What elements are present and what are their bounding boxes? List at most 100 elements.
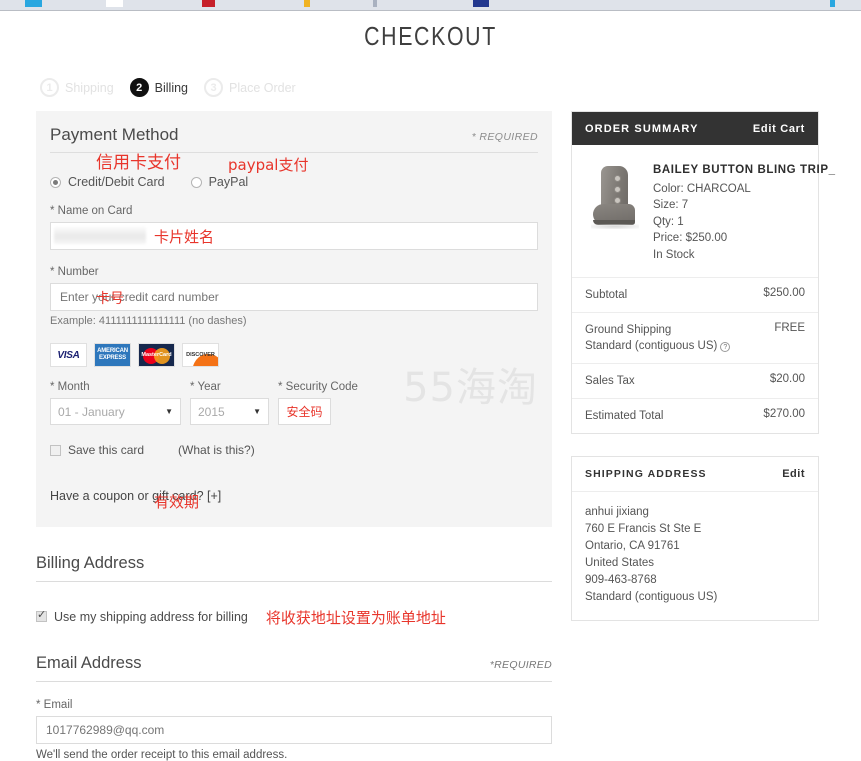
- bookmark-favicon[interactable]: [304, 0, 310, 7]
- product-size: Size: 7: [653, 199, 689, 211]
- radio-paypal-dot: [190, 176, 202, 188]
- chevron-down-icon: ▼: [253, 407, 261, 416]
- estimated-total-amount: $270.00: [763, 408, 805, 420]
- subtotal-label: Subtotal: [585, 289, 628, 301]
- checkout-step-indicator: 1 Shipping 2 Billing 3 Place Order: [40, 78, 861, 97]
- coupon-toggle[interactable]: Have a coupon or gift card? [+]: [50, 489, 538, 503]
- checkout-page: CHECKOUT 1 Shipping 2 Billing 3 Place Or…: [0, 12, 861, 761]
- product-title[interactable]: BAILEY BUTTON BLING TRIP_: [653, 162, 836, 179]
- product-thumbnail-boot-icon: [589, 164, 647, 230]
- annotation-expiry: 有效期: [154, 493, 200, 511]
- radio-paypal-label: PayPal: [208, 175, 249, 189]
- sales-tax-label: Sales Tax: [585, 375, 635, 387]
- payment-required-note: * REQUIRED: [471, 131, 538, 143]
- accepted-card-brands: VISA AMERICAN EXPRESS MasterCard DISCOVE…: [50, 343, 538, 367]
- use-shipping-address-label: Use my shipping address for billing: [54, 609, 248, 624]
- month-field: * Month 01 - January ▼: [50, 381, 181, 425]
- payment-method-options: Credit/Debit Card PayPal: [50, 175, 538, 189]
- email-note: We'll send the order receipt to this ema…: [36, 749, 288, 761]
- page-title: CHECKOUT: [364, 21, 497, 51]
- total-row-subtotal: Subtotal $250.00: [572, 277, 818, 312]
- expiration-row: * Month 01 - January ▼ * Year 2015 ▼ * S…: [50, 381, 538, 511]
- card-number-example: Example: 4111111111111111 (no dashes): [50, 315, 247, 327]
- payment-method-panel: Payment Method * REQUIRED 信用卡支付 paypal支付…: [36, 111, 552, 527]
- bookmark-favicon[interactable]: [830, 0, 835, 7]
- step-billing-number: 2: [129, 78, 149, 97]
- edit-cart-link[interactable]: Edit Cart: [753, 123, 805, 135]
- annotation-credit-card: 信用卡支付: [96, 153, 181, 173]
- shipping-label: Ground Shipping: [585, 324, 672, 336]
- security-code-label: * Security Code: [278, 381, 358, 393]
- shipping-address-line: Ontario, CA 91761: [585, 540, 680, 552]
- estimated-total-label: Estimated Total: [585, 410, 664, 422]
- order-product-row: BAILEY BUTTON BLING TRIP_ Color: CHARCOA…: [572, 145, 835, 277]
- use-shipping-address-checkbox-box: [36, 608, 47, 622]
- radio-credit-debit-card-label: Credit/Debit Card: [68, 175, 165, 189]
- save-card-checkbox[interactable]: Save this card: [50, 443, 144, 457]
- edit-shipping-address-link[interactable]: Edit: [782, 468, 805, 480]
- email-address-heading: Email Address: [36, 654, 142, 672]
- shipping-address-line: Standard (contiguous US): [585, 591, 718, 603]
- billing-use-shipping-row: Use my shipping address for billing 将收获地…: [36, 606, 552, 627]
- radio-paypal[interactable]: PayPal: [190, 175, 249, 189]
- shipping-address-heading: SHIPPING ADDRESS: [585, 468, 707, 480]
- bookmark-favicon[interactable]: [472, 0, 489, 7]
- month-select-value: 01 - January: [58, 404, 125, 419]
- month-select[interactable]: 01 - January ▼: [50, 398, 181, 425]
- bookmark-favicon[interactable]: [106, 0, 123, 7]
- total-row-shipping: Ground Shipping Standard (contiguous US)…: [572, 312, 818, 363]
- order-summary-header: ORDER SUMMARY Edit Cart: [572, 112, 818, 145]
- billing-address-header: Billing Address: [36, 554, 552, 582]
- step-place-order-number: 3: [204, 78, 224, 97]
- email-address-header: Email Address *REQUIRED: [36, 654, 552, 682]
- shipping-address-line: 760 E Francis St Ste E: [585, 523, 702, 535]
- name-on-card-input[interactable]: [50, 222, 538, 250]
- card-number-label: * Number: [50, 266, 99, 278]
- bookmark-favicon[interactable]: [373, 0, 377, 7]
- billing-address-heading: Billing Address: [36, 554, 145, 572]
- redaction-overlay: [54, 227, 146, 244]
- discover-icon: DISCOVER: [182, 343, 219, 367]
- mastercard-icon: MasterCard: [138, 343, 175, 367]
- info-icon[interactable]: ?: [720, 342, 731, 352]
- save-card-label: Save this card: [68, 443, 145, 457]
- name-on-card-label: * Name on Card: [50, 205, 133, 217]
- annotation-use-shipping-address: 将收获地址设置为账单地址: [265, 609, 446, 627]
- chevron-down-icon: ▼: [165, 407, 173, 416]
- what-is-this-link[interactable]: (What is this?): [178, 443, 255, 457]
- security-code-field: * Security Code 安全码: [278, 381, 358, 425]
- product-details: BAILEY BUTTON BLING TRIP_ Color: CHARCOA…: [653, 162, 836, 263]
- shipping-address-line: United States: [585, 557, 655, 569]
- save-card-row: Save this card (What is this?): [50, 443, 538, 457]
- security-code-input[interactable]: 安全码: [278, 398, 331, 425]
- order-sidebar: ORDER SUMMARY Edit Cart BAILEY BUTTON BL…: [571, 111, 835, 761]
- shipping-sublabel: Standard (contiguous US): [585, 340, 718, 352]
- bookmark-favicon[interactable]: [25, 0, 42, 7]
- year-select[interactable]: 2015 ▼: [190, 398, 269, 425]
- email-input[interactable]: [36, 716, 552, 744]
- step-billing-label: Billing: [154, 80, 189, 95]
- payment-method-heading: Payment Method: [50, 125, 179, 144]
- annotation-paypal: paypal支付: [228, 156, 309, 174]
- shipping-address-body: anhui jixiang 760 E Francis St Ste E Ont…: [572, 492, 818, 620]
- email-required-note: *REQUIRED: [489, 659, 552, 671]
- order-summary-card: ORDER SUMMARY Edit Cart BAILEY BUTTON BL…: [571, 111, 835, 434]
- annotation-security-code: 安全码: [286, 405, 323, 419]
- shipping-address-line: anhui jixiang: [585, 506, 649, 518]
- use-shipping-address-checkbox[interactable]: Use my shipping address for billing: [36, 608, 248, 624]
- step-shipping[interactable]: 1 Shipping: [40, 78, 114, 97]
- shipping-address-line: 909-463-8768: [585, 574, 657, 586]
- year-label: * Year: [190, 381, 221, 393]
- step-place-order-label: Place Order: [229, 80, 296, 95]
- annotation-card-number: 卡号: [96, 291, 124, 307]
- radio-credit-debit-card[interactable]: Credit/Debit Card: [50, 175, 165, 189]
- step-place-order[interactable]: 3 Place Order: [204, 78, 296, 97]
- bookmark-favicon[interactable]: [202, 0, 215, 7]
- checkout-form-column: Payment Method * REQUIRED 信用卡支付 paypal支付…: [36, 111, 552, 761]
- sales-tax-amount: $20.00: [769, 373, 805, 385]
- annotation-name-on-card: 卡片姓名: [154, 228, 215, 246]
- shipping-address-header: SHIPPING ADDRESS Edit: [572, 457, 818, 492]
- product-color: Color: CHARCOAL: [653, 182, 751, 195]
- step-billing[interactable]: 2 Billing: [129, 78, 189, 97]
- total-row-estimated-total: Estimated Total $270.00: [572, 398, 818, 433]
